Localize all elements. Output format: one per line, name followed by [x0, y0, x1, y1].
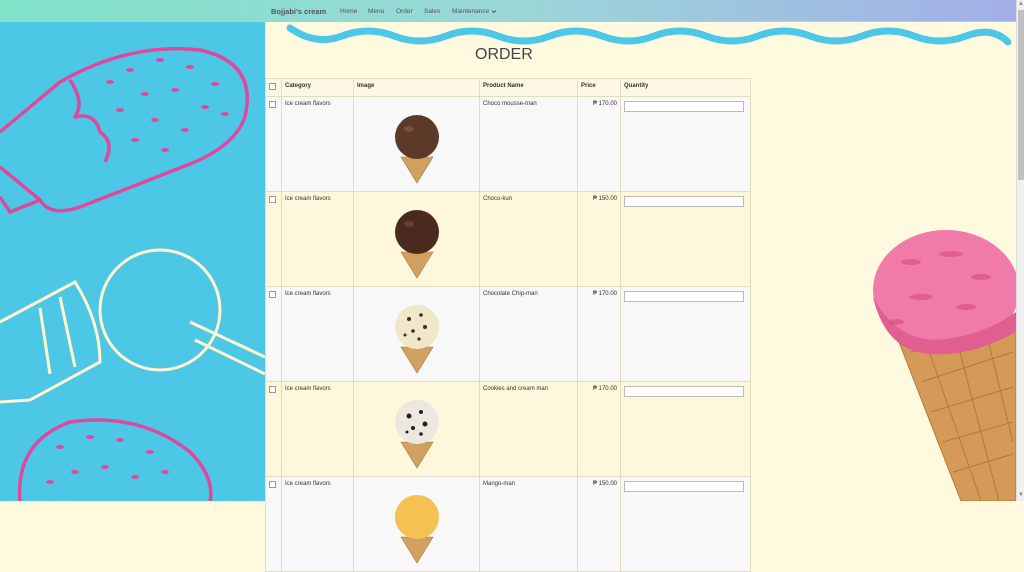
scroll-down-icon[interactable]: ▼ [1018, 492, 1024, 498]
chocolate-scoop-image [394, 115, 439, 184]
cell-image [353, 476, 480, 572]
header-category: Category [281, 78, 354, 97]
order-table: Category Image Product Name Price Quanti… [265, 78, 751, 572]
cell-quantity [620, 96, 751, 192]
nav-sales[interactable]: Sales [424, 8, 440, 15]
cell-price: ₱ 170.00 [577, 381, 621, 477]
row-checkbox[interactable] [269, 481, 276, 488]
row-checkbox[interactable] [269, 291, 276, 298]
nav-maintenance[interactable]: Maintenance [452, 8, 497, 15]
cell-quantity [620, 191, 751, 287]
chevron-down-icon [491, 9, 497, 13]
quantity-input[interactable] [624, 291, 744, 302]
cell-quantity [620, 381, 751, 477]
cell-price: ₱ 170.00 [577, 96, 621, 192]
cookies-cream-scoop-image [394, 400, 439, 469]
table-row: Ice cream flavors Choco mousse-man ₱ 170… [265, 96, 751, 192]
cell-quantity [620, 476, 751, 572]
cell-image [353, 191, 480, 287]
cell-quantity [620, 286, 751, 382]
cell-category: Ice cream flavors [281, 96, 354, 192]
cell-price: ₱ 150.00 [577, 476, 621, 572]
cell-price: ₱ 170.00 [577, 286, 621, 382]
mango-scoop-image [394, 495, 439, 564]
cell-product-name: Choco mousse-man [479, 96, 578, 192]
cell-category: Ice cream flavors [281, 381, 354, 477]
cell-product-name: Chocolate Chip-man [479, 286, 578, 382]
table-row: Ice cream flavors Choco-kun ₱ 150.00 [265, 191, 751, 287]
quantity-input[interactable] [624, 101, 744, 112]
header-image: Image [353, 78, 480, 97]
cell-price: ₱ 150.00 [577, 191, 621, 287]
nav-order[interactable]: Order [396, 8, 413, 15]
quantity-input[interactable] [624, 481, 744, 492]
cell-image [353, 381, 480, 477]
nav-maintenance-label: Maintenance [452, 8, 490, 15]
cell-category: Ice cream flavors [281, 476, 354, 572]
row-checkbox[interactable] [269, 196, 276, 203]
dark-chocolate-scoop-image [394, 210, 439, 279]
navbar: Bojjabi's cream Home Menu Order Sales Ma… [0, 0, 1024, 22]
row-checkbox[interactable] [269, 386, 276, 393]
table-row: Ice cream flavors Chocolate Chip-man ₱ 1… [265, 286, 751, 382]
quantity-input[interactable] [624, 196, 744, 207]
cell-image [353, 96, 480, 192]
select-all-checkbox[interactable] [269, 83, 276, 90]
cell-category: Ice cream flavors [281, 286, 354, 382]
header-quantity: Quantity [620, 78, 751, 97]
page-title: ORDER [475, 46, 533, 63]
nav-home[interactable]: Home [340, 8, 357, 15]
brand-logo[interactable]: Bojjabi's cream [271, 7, 326, 16]
scroll-thumb[interactable] [1018, 10, 1024, 180]
header-product-name: Product Name [479, 78, 578, 97]
cell-image [353, 286, 480, 382]
select-all-cell [265, 78, 282, 97]
scroll-up-icon[interactable]: ▲ [1018, 1, 1024, 7]
chocolate-chip-scoop-image [394, 305, 439, 374]
cell-product-name: Choco-kun [479, 191, 578, 287]
row-checkbox[interactable] [269, 101, 276, 108]
nav-menu[interactable]: Menu [368, 8, 384, 15]
table-row: Ice cream flavors Mango-man ₱ 150.00 [265, 476, 751, 572]
quantity-input[interactable] [624, 386, 744, 397]
strawberry-cone-image [873, 230, 1016, 501]
page-scrollbar[interactable]: ▲ ▼ [1016, 0, 1024, 501]
cell-product-name: Mango-man [479, 476, 578, 572]
left-decoration-panel [0, 22, 265, 501]
table-row: Ice cream flavors Cookies and cream man … [265, 381, 751, 477]
header-price: Price [577, 78, 621, 97]
cell-product-name: Cookies and cream man [479, 381, 578, 477]
ice-cream-doodles [0, 46, 265, 501]
right-decoration-panel [751, 22, 1016, 501]
table-header-row: Category Image Product Name Price Quanti… [265, 78, 751, 97]
cell-category: Ice cream flavors [281, 191, 354, 287]
